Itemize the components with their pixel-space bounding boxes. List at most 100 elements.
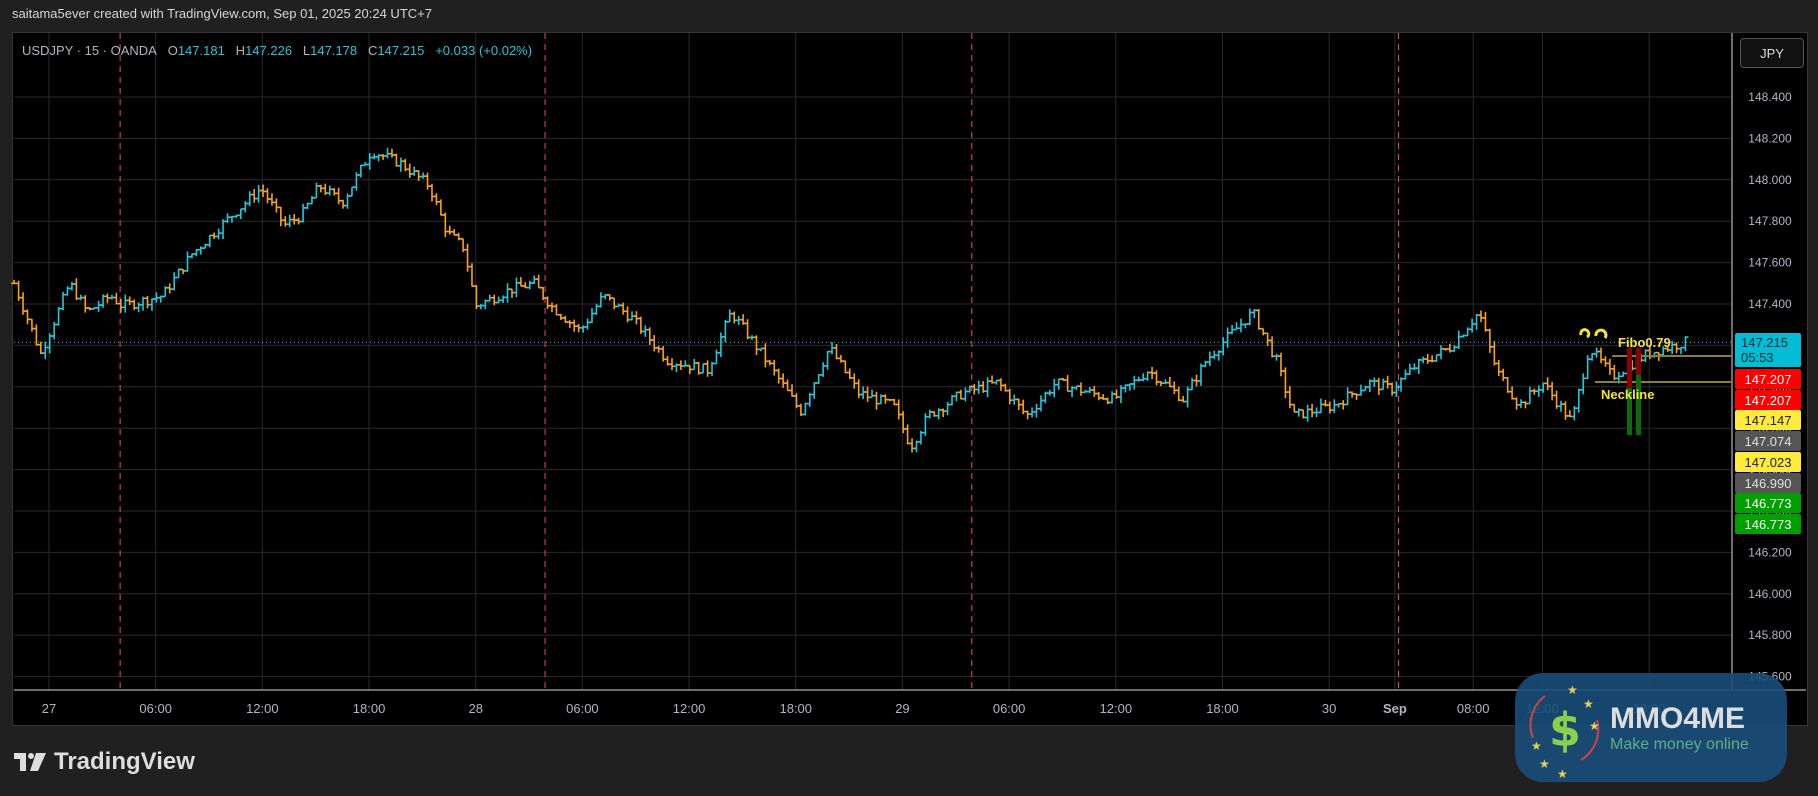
badge-price: 147.023 (1744, 454, 1792, 470)
neckline-label[interactable]: Neckline (1601, 387, 1654, 402)
y-tick-label: 146.200 (1748, 545, 1792, 559)
x-tick-label: 18:00 (779, 701, 812, 716)
ohlc-bar (1277, 352, 1284, 377)
x-tick-label: 28 (468, 701, 482, 716)
svg-text:★: ★ (1567, 683, 1578, 697)
y-tick-label: 147.600 (1748, 256, 1792, 270)
ohlc-bar (113, 292, 120, 305)
ohlc-bar (1077, 382, 1084, 396)
ohlc-bar (824, 350, 831, 370)
price-badge: 147.207 (1735, 369, 1801, 389)
ohlc-bar (117, 298, 124, 313)
ohlc-bar (744, 319, 751, 340)
ohlc-bar (735, 316, 742, 326)
ohlc-bar (642, 325, 649, 337)
ohlc-bar (1558, 400, 1565, 412)
ohlc-bar (1224, 327, 1231, 348)
badge-price: 146.990 (1744, 475, 1792, 491)
ohlc-bar (926, 409, 933, 419)
ohlc-bar (366, 153, 373, 170)
ohlc-bar (1237, 318, 1244, 333)
ohlc-bar (517, 277, 524, 287)
ohlc-bar (148, 298, 155, 311)
x-tick-label: 06:00 (993, 701, 1026, 716)
ohlc-bar (784, 379, 791, 392)
open-value: 147.181 (177, 43, 225, 58)
ohlc-bar (1140, 373, 1147, 382)
ohlc-bar (1371, 377, 1378, 388)
ohlc-bar (380, 154, 387, 160)
ohlc-bar (340, 199, 347, 209)
ohlc-bar (997, 378, 1004, 391)
ohlc-bar (1282, 367, 1289, 399)
y-tick-label: 148.000 (1748, 173, 1792, 187)
ohlc-bar (726, 309, 733, 323)
ohlc-bar (1260, 327, 1267, 336)
ohlc-bar (388, 148, 395, 158)
x-tick-label: 08:00 (1457, 701, 1490, 716)
ohlc-bar (326, 185, 333, 196)
ohlc-bar (1033, 403, 1040, 418)
ohlc-bar (1544, 377, 1551, 391)
ohlc-bar (73, 278, 80, 301)
ohlc-bar (1206, 351, 1213, 366)
ohlc-bar (246, 191, 253, 207)
ohlc-bar (1518, 399, 1525, 409)
badge-price: 146.773 (1744, 516, 1792, 532)
badge-price: 147.074 (1744, 433, 1792, 449)
badge-price: 147.207 (1744, 392, 1792, 408)
ohlc-bar (1331, 399, 1338, 414)
symbol-info[interactable]: USDJPY · 15 · OANDA (22, 43, 157, 58)
ohlc-bar (1562, 401, 1569, 420)
ohlc-bar (171, 272, 178, 291)
x-tick-label: 12:00 (673, 701, 706, 716)
ohlc-bar (1598, 347, 1605, 364)
currency-button[interactable]: JPY (1740, 38, 1804, 68)
ohlc-bar (802, 402, 809, 416)
ohlc-bar (397, 157, 404, 172)
y-tick-label: 148.400 (1748, 90, 1792, 104)
red-zone-bar (1627, 348, 1632, 388)
ohlc-bar (28, 318, 35, 332)
tradingview-logo[interactable]: TradingView (14, 748, 195, 776)
fibo-label[interactable]: Fibo0.79 (1618, 335, 1671, 350)
tradingview-logo-text: TradingView (54, 748, 195, 775)
high-value: 147.226 (245, 43, 293, 58)
ohlc-bar (68, 281, 75, 291)
ohlc-bar (1246, 308, 1253, 326)
ohlc-bar (1500, 368, 1507, 381)
ohlc-bar (331, 188, 338, 196)
ohlc-bar (1473, 313, 1480, 330)
ohlc-bar (789, 384, 796, 397)
ohlc-bar (535, 274, 542, 289)
ohlc-bar (1415, 358, 1422, 374)
watermark-subtitle: Make money online (1610, 735, 1749, 753)
x-tick-label: Sep (1383, 701, 1407, 716)
ohlc-bar (1264, 332, 1271, 346)
ohlc-bar (1424, 353, 1431, 364)
symbol-legend: USDJPY · 15 · OANDA O147.181 H147.226 L1… (22, 43, 532, 58)
green-zone-bar (1636, 375, 1641, 435)
close-label: C (367, 43, 378, 58)
ohlc-bar (1526, 386, 1533, 405)
ohlc-bar (962, 387, 969, 402)
ohlc-bar (206, 234, 213, 248)
ohlc-bar (1255, 309, 1262, 330)
badge-price: 147.207 (1744, 371, 1792, 387)
price-badge: 147.023 (1735, 452, 1801, 472)
ohlc-bar (428, 183, 435, 202)
ohlc-bar (1220, 337, 1227, 356)
ohlc-bar (1411, 363, 1418, 371)
ohlc-bar (1482, 311, 1489, 332)
ohlc-bar (1673, 342, 1680, 354)
ohlc-bar (446, 225, 453, 235)
yellow-mark-icon (1579, 328, 1591, 339)
ohlc-bar (1380, 378, 1387, 391)
ohlc-bar (1593, 347, 1600, 358)
svg-text:★: ★ (1589, 719, 1600, 733)
ohlc-bar (646, 327, 653, 345)
ohlc-bar (833, 343, 840, 360)
ohlc-bar (584, 318, 591, 330)
ohlc-bar (504, 283, 511, 303)
ohlc-bar (1455, 330, 1462, 350)
